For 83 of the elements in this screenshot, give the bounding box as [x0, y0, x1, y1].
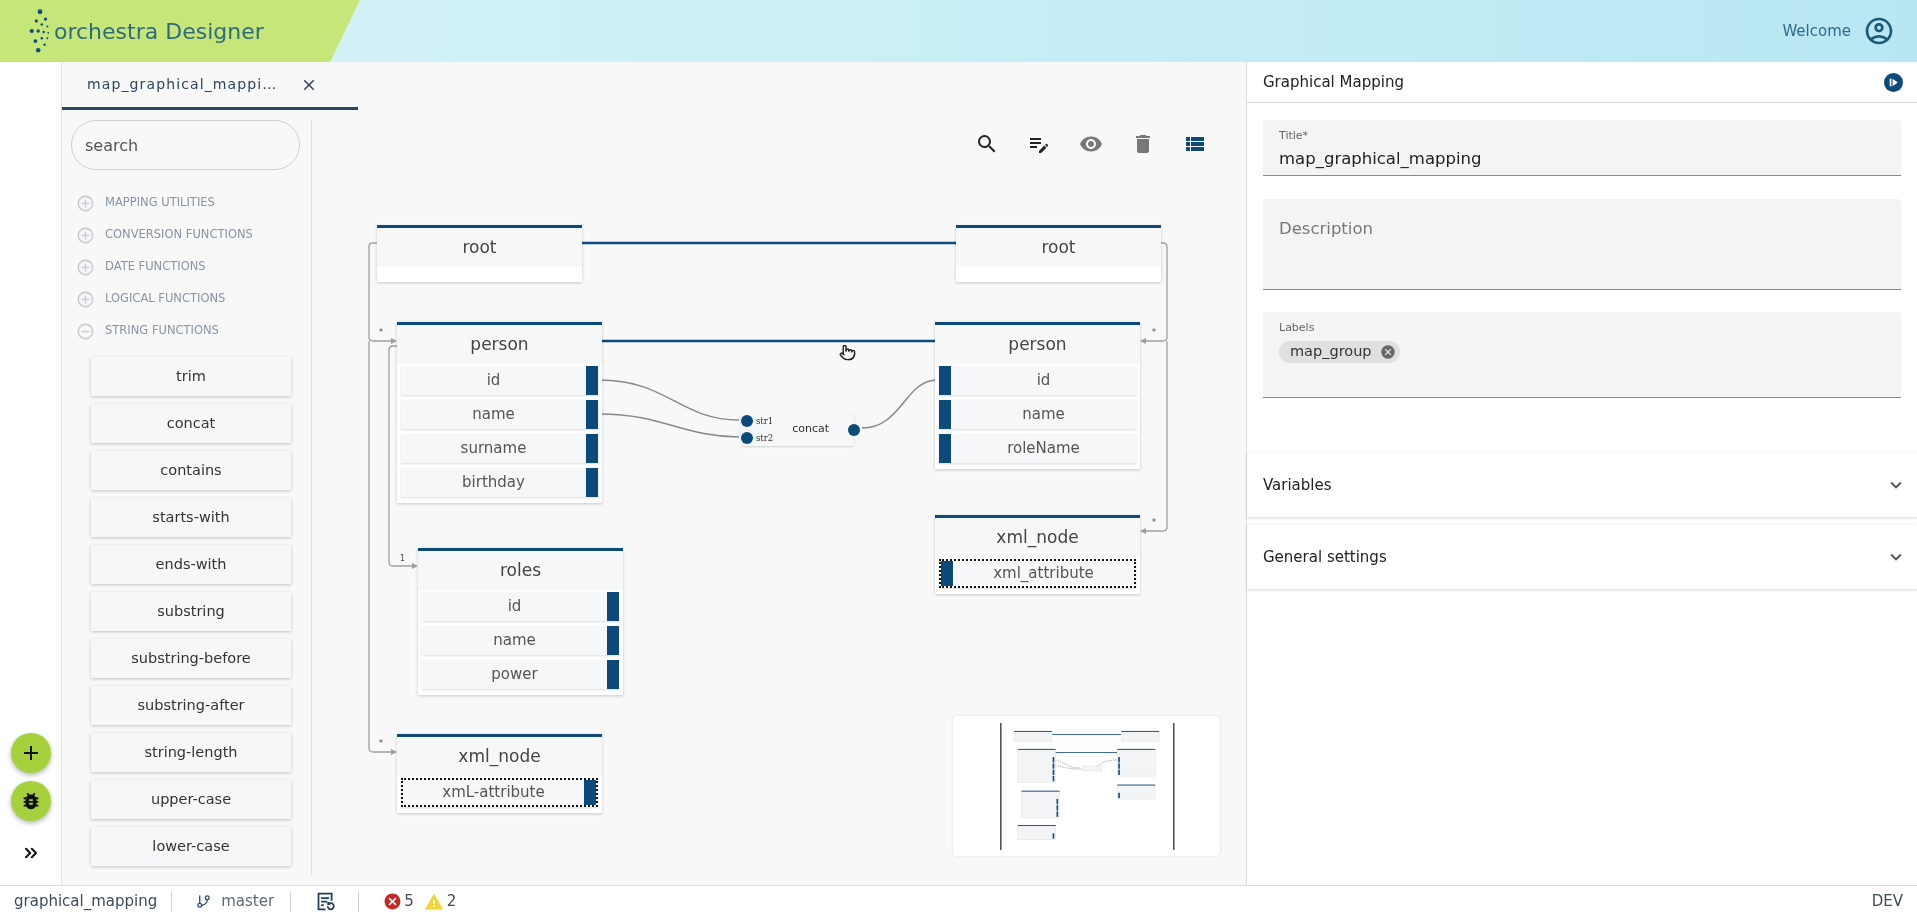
- input-port-icon[interactable]: [741, 415, 753, 427]
- cardinality-label: *: [1152, 328, 1156, 337]
- node-title: root: [956, 228, 1161, 267]
- output-port-icon[interactable]: [848, 423, 860, 436]
- minimap-drawing[interactable]: [953, 716, 1220, 856]
- input-port-icon[interactable]: [741, 432, 753, 444]
- branch-name[interactable]: master: [221, 890, 275, 913]
- port-label: str2: [756, 433, 774, 443]
- function-button[interactable]: substring-before: [91, 639, 291, 678]
- port-handle[interactable]: [584, 780, 596, 805]
- field-label: id: [1036, 370, 1051, 392]
- cardinality-label: *: [379, 739, 383, 748]
- field-value: map_graphical_mapping: [1279, 147, 1482, 170]
- field-label: surname: [460, 438, 527, 460]
- port-handle[interactable]: [607, 592, 619, 621]
- node-title: roles: [418, 551, 623, 590]
- document-history-icon[interactable]: [315, 891, 337, 912]
- cardinality-label: *: [1152, 518, 1156, 527]
- field-label: Title*: [1279, 128, 1309, 144]
- port-handle[interactable]: [939, 400, 951, 429]
- project-name: graphical_mapping: [14, 891, 158, 913]
- label-chip[interactable]: map_group: [1279, 340, 1400, 363]
- port-handle[interactable]: [586, 434, 598, 463]
- port-handle[interactable]: [586, 366, 598, 395]
- editor-tab[interactable]: map_graphical_mappi…: [62, 62, 358, 110]
- play-circle-icon[interactable]: [1884, 72, 1903, 92]
- node-title: xml_node: [397, 737, 602, 776]
- function-button[interactable]: starts-with: [91, 498, 291, 537]
- port-handle[interactable]: [607, 660, 619, 689]
- port-handle[interactable]: [939, 366, 951, 395]
- function-button[interactable]: substring-after: [91, 686, 291, 725]
- function-button[interactable]: ends-with: [91, 545, 291, 584]
- remove-icon[interactable]: [1379, 343, 1396, 360]
- function-button[interactable]: substring: [91, 592, 291, 631]
- field-label: Labels: [1279, 320, 1315, 336]
- field-label: roleName: [1007, 438, 1080, 460]
- debug-button[interactable]: [10, 781, 51, 821]
- hand-cursor-icon: [839, 344, 856, 361]
- labels-field[interactable]: Labels map_group: [1263, 312, 1901, 398]
- port-handle[interactable]: [939, 434, 951, 463]
- error-count: 5: [404, 891, 414, 913]
- field-label: name: [472, 404, 515, 426]
- welcome-text: Welcome: [1782, 20, 1851, 42]
- node-title: person: [397, 325, 602, 364]
- panel-title: Graphical Mapping: [1263, 71, 1404, 93]
- field-label: xmL-attribute: [442, 782, 545, 804]
- accordion-header[interactable]: Variables: [1247, 453, 1917, 517]
- description-field[interactable]: Description: [1263, 199, 1901, 290]
- function-name: concat: [792, 421, 830, 438]
- function-button[interactable]: string-length: [91, 733, 291, 772]
- error-icon: [383, 892, 403, 911]
- port-handle[interactable]: [586, 468, 598, 497]
- branch-icon: [196, 894, 212, 909]
- title-field[interactable]: Title* map_graphical_mapping: [1263, 120, 1901, 176]
- field-label: birthday: [462, 472, 525, 494]
- logo-icon: [28, 9, 52, 53]
- port-handle[interactable]: [607, 626, 619, 655]
- function-button[interactable]: trim: [91, 357, 291, 396]
- function-button[interactable]: upper-case: [91, 780, 291, 819]
- port-handle[interactable]: [941, 561, 953, 586]
- warning-count: 2: [446, 891, 457, 913]
- field-label: id: [486, 370, 501, 392]
- node-title: person: [935, 325, 1140, 364]
- accordion-header[interactable]: General settings: [1247, 525, 1917, 589]
- node-title: root: [377, 228, 582, 267]
- cardinality-label: 1: [400, 554, 406, 563]
- field-label: xml_attribute: [993, 563, 1094, 585]
- field-label: id: [507, 596, 522, 618]
- add-button[interactable]: [10, 733, 51, 773]
- function-button[interactable]: lower-case: [91, 827, 291, 866]
- search-field[interactable]: search: [71, 120, 300, 170]
- node-title: xml_node: [935, 518, 1140, 557]
- environment-label: DEV: [1871, 891, 1903, 913]
- field-label: name: [1022, 404, 1065, 426]
- user-account-icon[interactable]: [1863, 15, 1895, 47]
- function-button[interactable]: concat: [91, 404, 291, 443]
- app-name: orchestra Designer: [54, 17, 264, 46]
- port-handle[interactable]: [586, 400, 598, 429]
- field-label: name: [493, 630, 536, 652]
- function-button[interactable]: contains: [91, 451, 291, 490]
- cardinality-label: *: [379, 328, 383, 337]
- port-label: str1: [756, 416, 774, 426]
- field-label: power: [491, 664, 538, 686]
